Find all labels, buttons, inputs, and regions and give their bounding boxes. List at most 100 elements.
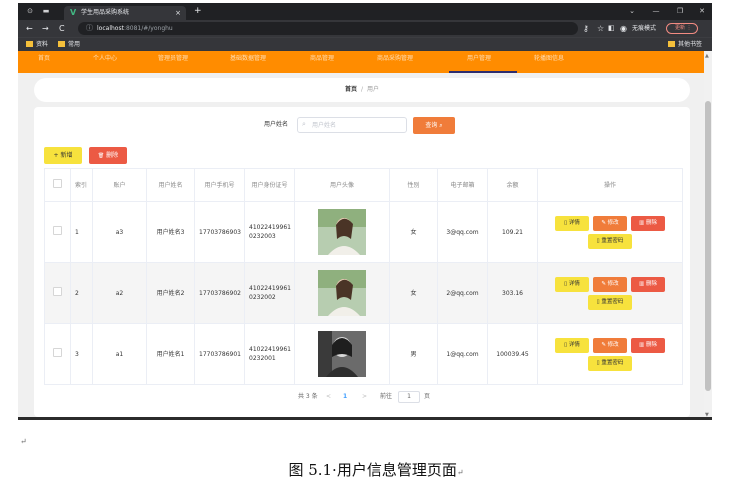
edit-button[interactable]: ✎ 修改 [593,337,627,353]
caption-paragraph-mark: ↵ [456,468,464,477]
reload-button[interactable]: C [59,23,65,34]
select-all-checkbox[interactable] [53,179,62,188]
reset-password-button[interactable]: ▯ 重置密码 [588,233,632,249]
table-body: 1 a3 用户姓名3 17703786903 41022419961023200… [44,201,683,385]
other-bookmarks-label: 其他书签 [678,41,703,48]
browser-window: ⊙ ▬ V 学生用品采购系统 × + ⌄ — ❐ ✕ ← → C ⓘ local… [18,3,712,420]
close-window-button[interactable]: ✕ [696,6,708,17]
cell-phone: 17703786902 [194,262,245,324]
nav-item-admin[interactable]: 管理员管理 [158,55,188,63]
cell-id-card: 410224199610232001 [244,323,295,385]
batch-delete-button[interactable]: 🗑 删除 [89,147,127,164]
row-checkbox[interactable] [53,287,62,296]
cell-actions: ▯ 详情 ✎ 修改 ▥ 删除 ▯ 重置密码 [537,201,683,263]
url-field[interactable]: ⓘ localhost:8081/#/yonghu [78,22,578,35]
tab-search-icon[interactable]: ⌄ [626,6,638,17]
info-icon[interactable]: ⓘ [86,24,93,33]
minimize-button[interactable]: — [650,6,662,17]
cell-index: 2 [70,262,93,324]
folder-icon [58,41,65,47]
tab-title: 学生用品采购系统 [81,9,130,16]
table-row: 2 a2 用户姓名2 17703786902 41022419961023200… [44,262,683,324]
delete-button[interactable]: ▥ 删除 [631,337,665,353]
menu-icon[interactable]: ⋮ [687,25,692,31]
prev-page-button[interactable]: < [326,391,331,403]
cell-id-card: 410224199610232003 [244,201,295,263]
edit-button[interactable]: ✎ 修改 [593,215,627,231]
nav-item-purchase[interactable]: 商品采购管理 [377,55,413,63]
page-number-current[interactable]: 1 [343,391,347,403]
scroll-thumb[interactable] [705,101,711,391]
edit-label: 修改 [607,280,619,287]
cell-account: a2 [92,262,147,324]
reset-password-button[interactable]: ▯ 重置密码 [588,294,632,310]
nav-item-users[interactable]: 用户管理 [467,55,491,63]
back-button[interactable]: ← [26,23,33,34]
reset-password-button[interactable]: ▯ 重置密码 [588,355,632,371]
vue-icon: V [70,8,77,17]
breadcrumb-current: 用户 [367,86,380,93]
window-bottom-edge [18,417,712,420]
add-label: 新增 [60,152,73,159]
nav-item-goods[interactable]: 商品管理 [310,55,334,63]
folder-icon [668,41,675,47]
cell-actions: ▯ 详情 ✎ 修改 ▥ 删除 ▯ 重置密码 [537,323,683,385]
bookmark-folder-1[interactable]: 资料 [26,40,48,49]
add-button[interactable]: + 新增 [44,147,82,164]
trash-icon: ▥ [639,219,645,226]
breadcrumb-separator: / [360,86,364,93]
header-actions: 操作 [537,168,683,202]
query-button[interactable]: 查询 ⌕ [413,117,455,134]
sidebar-icon[interactable]: ◧ [608,23,615,34]
detail-button[interactable]: ▯ 详情 [555,215,589,231]
detail-label: 详情 [568,219,580,226]
nav-item-carousel[interactable]: 轮播图信息 [534,55,564,63]
scroll-up-icon[interactable]: ▲ [705,53,709,59]
pagination-total: 共 3 条 [298,393,318,400]
trash-icon: ▥ [639,280,645,287]
cell-email: 2@qq.com [437,262,488,324]
tab-close-icon[interactable]: × [175,8,181,18]
search-input[interactable] [297,117,407,133]
row-checkbox[interactable] [53,348,62,357]
detail-button[interactable]: ▯ 详情 [555,276,589,292]
next-page-button[interactable]: > [362,391,367,403]
nav-item-basic-data[interactable]: 基础数据管理 [230,55,266,63]
maximize-button[interactable]: ❐ [674,6,686,17]
key-icon[interactable]: ⚷ [583,23,589,34]
browser-tab[interactable]: V 学生用品采购系统 × [64,6,186,20]
table-row: 3 a1 用户姓名1 17703786901 41022419961023200… [44,323,683,385]
header-id-card: 用户身份证号 [244,168,295,202]
new-tab-button[interactable]: + [194,6,202,17]
page-scrollbar[interactable]: ▲ ▼ [704,51,712,420]
other-bookmarks[interactable]: 其他书签 [668,40,702,49]
detail-button[interactable]: ▯ 详情 [555,337,589,353]
delete-button[interactable]: ▥ 删除 [631,215,665,231]
trash-icon: 🗑 [97,153,105,159]
document-icon: ▯ [564,219,568,226]
nav-item-home[interactable]: 首页 [38,55,50,63]
cell-email: 3@qq.com [437,201,488,263]
bookmark-folder-2[interactable]: 常用 [58,40,80,49]
tab-icon[interactable]: ▬ [40,6,52,17]
breadcrumb-card: 首页 / 用户 [34,78,690,102]
header-email: 电子邮箱 [437,168,488,202]
update-button[interactable]: 更新 ⋮ [666,23,698,34]
breadcrumb-home[interactable]: 首页 [345,86,357,93]
main-card: 用户姓名 ⌕ 查询 ⌕ + 新增 🗑 删除 索引 账户 用户姓名 用户手机号 [34,107,690,417]
cell-name: 用户姓名2 [146,262,195,324]
delete-label: 删除 [645,341,657,348]
paragraph-mark: ↵ [20,437,27,446]
row-checkbox[interactable] [53,226,62,235]
cell-balance: 303.16 [487,262,538,324]
avatar-image [318,209,366,255]
chrome-icon[interactable]: ⊙ [24,6,36,17]
delete-button[interactable]: ▥ 删除 [631,276,665,292]
goto-label: 前往 [380,393,393,400]
nav-item-profile[interactable]: 个人中心 [93,55,117,63]
star-icon[interactable]: ☆ [597,23,604,34]
forward-button[interactable]: → [42,23,49,34]
page-jump-input[interactable]: 1 [398,391,420,403]
edit-button[interactable]: ✎ 修改 [593,276,627,292]
url-text: localhost:8081/#/yonghu [97,24,173,33]
